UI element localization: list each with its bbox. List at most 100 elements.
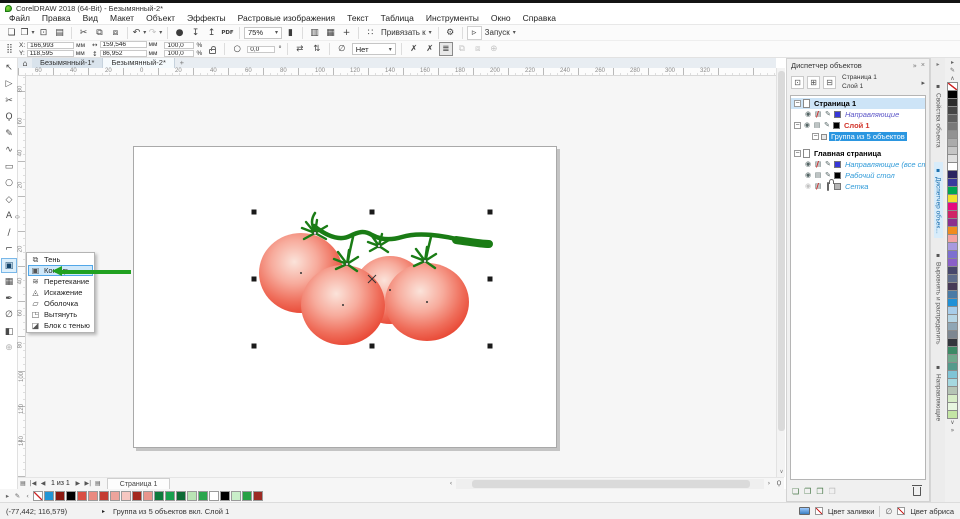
drawing-canvas[interactable] bbox=[26, 76, 776, 477]
polygon-tool[interactable]: ◇ bbox=[1, 192, 17, 207]
clear-outline-eyedropper-button[interactable]: ✗ bbox=[423, 42, 437, 56]
document-color-settings-icon[interactable] bbox=[798, 507, 810, 515]
zoom-tool[interactable]: Ϙ bbox=[1, 110, 17, 125]
printer-icon[interactable]: ▤ bbox=[814, 171, 822, 180]
eye-icon[interactable]: ◉ bbox=[804, 110, 812, 119]
document-palette-swatch[interactable] bbox=[253, 490, 263, 501]
clear-fill-eyedropper-button[interactable]: ✗ bbox=[407, 42, 421, 56]
undo-button[interactable]: ↶ ▾ bbox=[132, 26, 147, 40]
master-guides-row[interactable]: ◉▤✎ Направляющие (все страницы) bbox=[791, 159, 925, 170]
new-document-button[interactable]: ❏ bbox=[4, 26, 19, 40]
page-list-button-2[interactable]: ▤ bbox=[93, 480, 103, 487]
rectangle-tool[interactable]: ▭ bbox=[1, 159, 17, 174]
transparency-tool[interactable]: ▦ bbox=[1, 275, 17, 290]
vertical-scrollbar[interactable]: ∨ bbox=[776, 68, 785, 477]
first-page-button[interactable]: |◀ bbox=[28, 480, 38, 487]
vertical-scrollbar-thumb[interactable] bbox=[778, 71, 785, 431]
publish-pdf-button[interactable]: PDF bbox=[220, 26, 235, 40]
document-palette-swatch[interactable] bbox=[88, 490, 98, 501]
artistic-media-tool[interactable]: ∿ bbox=[1, 143, 17, 158]
doc-palette-flyout-icon[interactable]: ▸ bbox=[3, 492, 12, 500]
eye-icon[interactable]: ◉ bbox=[804, 171, 812, 180]
menu-text[interactable]: Текст bbox=[341, 13, 374, 24]
cut-button[interactable]: ✂ bbox=[76, 26, 91, 40]
wrap-text-button[interactable]: ≣ bbox=[438, 42, 453, 56]
show-rulers-button[interactable]: ▥ bbox=[307, 26, 322, 40]
document-tab-1[interactable]: Безымянный-1* bbox=[32, 58, 104, 68]
new-master-layer-odd-button[interactable]: ❐ bbox=[816, 487, 823, 496]
desktop-layer-row[interactable]: ◉ ▤ ✎ Рабочий стол bbox=[791, 170, 925, 181]
tab-guidelines[interactable]: ▪ Направляющие bbox=[934, 359, 943, 426]
object-height-field[interactable] bbox=[99, 50, 147, 57]
launch-icon-button[interactable]: ▹ bbox=[466, 25, 482, 40]
crop-tool[interactable]: ✂ bbox=[1, 93, 17, 108]
palette-flyout-icon[interactable]: ▸ bbox=[951, 59, 954, 67]
tab-align-distribute[interactable]: ▪ Выровнять и распределить bbox=[934, 247, 943, 349]
shape-tool[interactable]: ▷ bbox=[1, 77, 17, 92]
new-layer-button[interactable]: ❏ bbox=[792, 487, 799, 496]
x-position-field[interactable] bbox=[27, 41, 75, 49]
layer-color-swatch[interactable] bbox=[834, 161, 841, 168]
show-grid-button[interactable]: ▦ bbox=[323, 26, 338, 40]
freehand-tool[interactable]: ✎ bbox=[1, 126, 17, 141]
page-tab[interactable]: Страница 1 bbox=[106, 478, 171, 489]
menu-table[interactable]: Таблица bbox=[375, 13, 420, 24]
open-button[interactable]: ❐ ▾ bbox=[20, 26, 35, 40]
text-tool[interactable]: A bbox=[1, 209, 17, 224]
document-palette-swatch[interactable] bbox=[77, 490, 87, 501]
launch-dropdown[interactable]: Запуск ▾ bbox=[483, 28, 518, 37]
delete-layer-button[interactable] bbox=[912, 484, 922, 496]
outline-width-select[interactable]: Нет ▾ bbox=[351, 43, 396, 55]
expander-icon[interactable]: − bbox=[794, 100, 801, 107]
redo-button[interactable]: ↷ ▾ bbox=[148, 26, 163, 40]
layer-color-swatch[interactable] bbox=[833, 122, 840, 129]
menu-file[interactable]: Файл bbox=[3, 13, 36, 24]
docker-flyout-button[interactable]: » bbox=[913, 62, 917, 70]
new-master-layer-even-button[interactable]: ❐ bbox=[829, 487, 836, 496]
eye-icon[interactable]: ◉ bbox=[803, 121, 811, 130]
add-tools-button[interactable]: ⊕ bbox=[1, 341, 17, 356]
menu-help[interactable]: Справка bbox=[517, 13, 562, 24]
expander-icon[interactable]: − bbox=[794, 150, 801, 157]
flyout-item-block-shadow[interactable]: ◪ Блок с тенью bbox=[28, 320, 93, 331]
document-tab-2[interactable]: Безымянный-2* bbox=[103, 58, 175, 68]
doc-palette-eyedropper-icon[interactable]: ✎ bbox=[13, 492, 22, 500]
fill-color-swatch[interactable] bbox=[814, 507, 823, 515]
show-guidelines-button[interactable]: + bbox=[339, 26, 354, 40]
menu-window[interactable]: Окно bbox=[485, 13, 517, 24]
outline-pen-tool[interactable]: ∅ bbox=[1, 308, 17, 323]
master-page-row[interactable]: − Главная страница bbox=[791, 148, 925, 159]
document-palette-swatch[interactable] bbox=[154, 490, 164, 501]
zoom-level-combo[interactable]: 75% ▾ bbox=[244, 26, 282, 39]
print-button[interactable]: ▤ bbox=[52, 26, 67, 40]
printer-icon[interactable]: ▤ bbox=[813, 121, 821, 130]
tab-object-manager[interactable]: ▪ Диспетчер объек... bbox=[933, 161, 943, 239]
context-flyout-arrow[interactable]: ▸ bbox=[921, 79, 925, 87]
connector-tool[interactable]: ⌐ bbox=[1, 242, 17, 257]
tab-object-properties[interactable]: ▪ Свойства объекта bbox=[934, 78, 943, 153]
scale-x-field[interactable] bbox=[164, 41, 195, 49]
last-page-button[interactable]: ▶| bbox=[83, 480, 93, 487]
printer-icon[interactable]: ▤ bbox=[814, 110, 822, 119]
document-palette-swatch[interactable] bbox=[220, 490, 230, 501]
document-palette-swatch[interactable] bbox=[66, 490, 76, 501]
pencil-icon[interactable]: ✎ bbox=[824, 160, 832, 169]
show-object-properties-button[interactable]: ⊡ bbox=[791, 76, 804, 89]
new-document-tab-button[interactable]: + bbox=[175, 58, 189, 68]
snap-icon-button[interactable]: ∷ bbox=[363, 26, 378, 40]
options-button[interactable]: ⚙ bbox=[443, 26, 458, 40]
flyout-item-shadow[interactable]: ⧉ Тень bbox=[28, 254, 93, 265]
document-palette-swatch[interactable] bbox=[231, 490, 241, 501]
mirror-vertical-button[interactable]: ⇅ bbox=[310, 42, 324, 56]
horizontal-scrollbar-thumb[interactable] bbox=[472, 479, 750, 488]
ellipse-tool[interactable]: ○ bbox=[1, 176, 17, 191]
flyout-item-distort[interactable]: ◬ Искажение bbox=[28, 287, 93, 298]
dimension-tool[interactable]: ∕ bbox=[1, 225, 17, 240]
eyedropper-tool[interactable]: ✒ bbox=[1, 291, 17, 306]
mirror-horizontal-button[interactable]: ⇄ bbox=[293, 42, 307, 56]
document-palette-swatch[interactable] bbox=[143, 490, 153, 501]
document-palette-swatch[interactable] bbox=[110, 490, 120, 501]
import-button[interactable]: ↧ bbox=[188, 26, 203, 40]
expander-icon[interactable]: − bbox=[794, 122, 801, 129]
docker-expand-icon[interactable]: ▸ bbox=[936, 61, 939, 69]
